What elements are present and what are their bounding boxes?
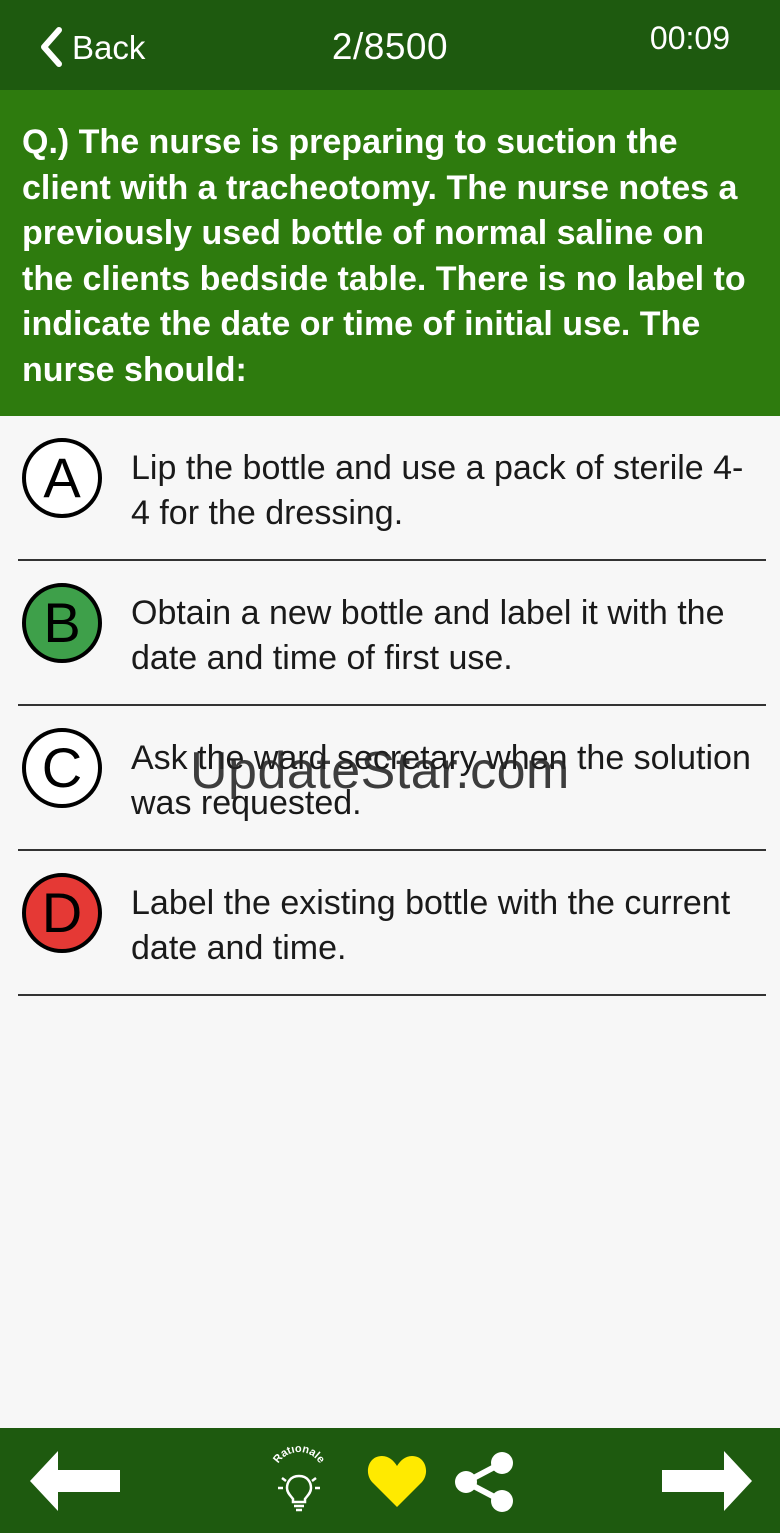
timer: 00:09	[649, 20, 730, 56]
next-arrow-icon	[662, 1451, 752, 1511]
top-bar: Back 2/8500 00:09	[0, 0, 780, 90]
previous-button[interactable]	[28, 1448, 124, 1514]
heart-shape	[367, 1456, 427, 1507]
rationale-label: Rationale	[271, 1446, 327, 1466]
option-b-badge: B	[22, 583, 102, 663]
previous-arrow-icon	[30, 1451, 120, 1511]
option-b-text: Obtain a new bottle and label it with th…	[131, 594, 725, 677]
answer-options: A Lip the bottle and use a pack of steri…	[18, 416, 766, 996]
share-button[interactable]	[452, 1452, 518, 1512]
favorite-heart-icon	[367, 1456, 427, 1507]
option-d[interactable]: D Label the existing bottle with the cur…	[18, 851, 766, 996]
option-c-badge: C	[22, 728, 102, 808]
option-c-text: Ask the ward secretary when the solution…	[131, 739, 751, 822]
favorite-button[interactable]	[366, 1452, 428, 1510]
question-text: Q.) The nurse is preparing to suction th…	[22, 123, 746, 389]
question-panel: Q.) The nurse is preparing to suction th…	[0, 90, 780, 416]
rationale-button[interactable]: Rationale	[266, 1446, 332, 1512]
option-a[interactable]: A Lip the bottle and use a pack of steri…	[18, 416, 766, 561]
rationale-lightbulb-icon: Rationale	[271, 1446, 327, 1512]
option-a-badge: A	[22, 438, 102, 518]
bottom-bar: Rationale	[0, 1428, 780, 1533]
option-d-badge: D	[22, 873, 102, 953]
next-button[interactable]	[658, 1448, 754, 1514]
share-icon	[455, 1452, 513, 1512]
option-d-text: Label the existing bottle with the curre…	[131, 884, 731, 967]
option-b[interactable]: B Obtain a new bottle and label it with …	[18, 561, 766, 706]
svg-text:Rationale: Rationale	[271, 1446, 327, 1466]
option-a-text: Lip the bottle and use a pack of sterile…	[131, 449, 744, 532]
option-c[interactable]: C Ask the ward secretary when the soluti…	[18, 706, 766, 851]
